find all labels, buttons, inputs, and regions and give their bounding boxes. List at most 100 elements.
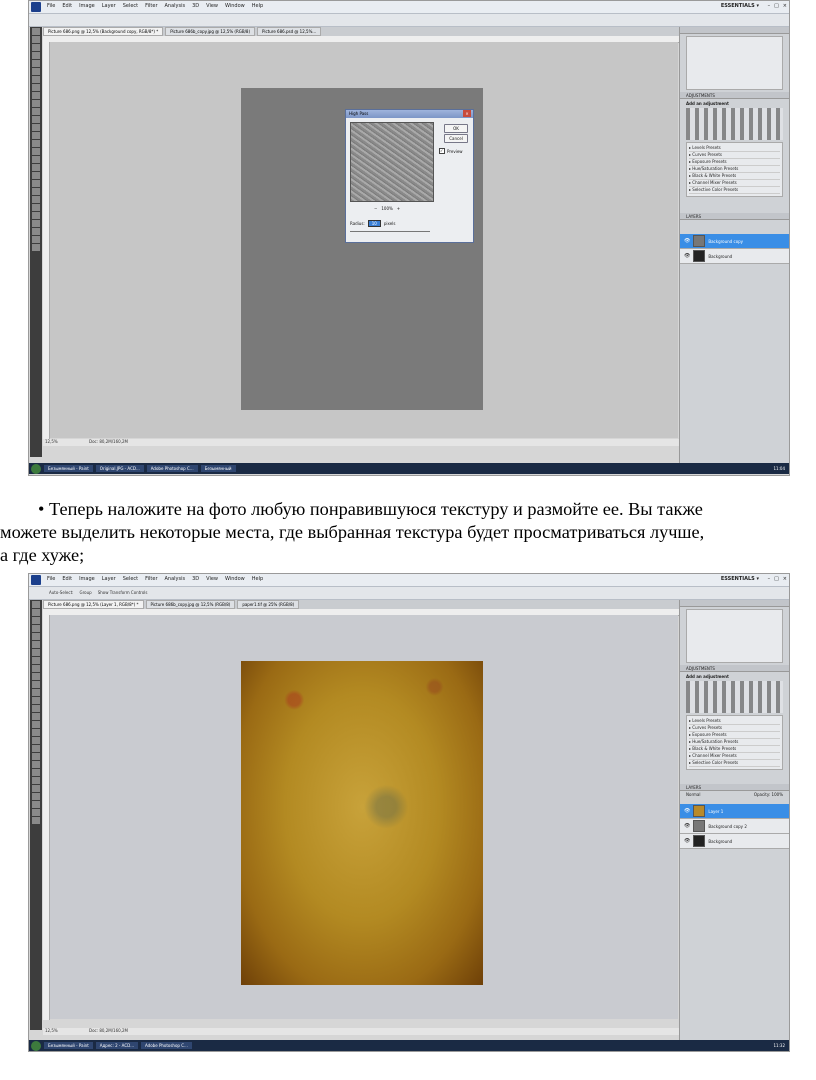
tool-icon[interactable] xyxy=(32,753,40,760)
eye-icon[interactable]: 👁 xyxy=(684,808,690,814)
tool-icon[interactable] xyxy=(32,697,40,704)
layer-row[interactable]: 👁 Background xyxy=(680,834,789,849)
preset-item[interactable]: ▸ Black & White Presets xyxy=(689,173,780,180)
tool-icon[interactable] xyxy=(32,609,40,616)
tool-icon[interactable] xyxy=(32,721,40,728)
tool-icon[interactable] xyxy=(32,92,40,99)
tool-icon[interactable] xyxy=(32,212,40,219)
tool-icon[interactable] xyxy=(32,28,40,35)
menu-item[interactable]: File xyxy=(47,3,55,9)
menu-item[interactable]: Layer xyxy=(102,3,116,9)
document-tab[interactable]: Picture 686.png @ 12,5% (Background copy… xyxy=(43,27,164,36)
layer-row[interactable]: 👁 Background copy 2 xyxy=(680,819,789,834)
blend-mode-select[interactable]: Normal xyxy=(686,792,700,797)
start-button[interactable] xyxy=(31,463,41,474)
preset-item[interactable]: ▸ Channel Mixer Presets xyxy=(689,753,780,760)
tool-icon[interactable] xyxy=(32,745,40,752)
taskbar-button[interactable]: Adobe Photoshop C... xyxy=(141,1042,192,1049)
maximize-icon[interactable]: □ xyxy=(774,576,779,582)
tool-icon[interactable] xyxy=(32,657,40,664)
tool-icon[interactable] xyxy=(32,148,40,155)
tool-icon[interactable] xyxy=(32,52,40,59)
workspace-switcher[interactable]: ESSENTIALS ▾ xyxy=(721,576,759,582)
tool-icon[interactable] xyxy=(32,777,40,784)
preset-item[interactable]: ▸ Levels Presets xyxy=(689,145,780,152)
preset-item[interactable]: ▸ Exposure Presets xyxy=(689,732,780,739)
menu-item[interactable]: Window xyxy=(225,576,245,582)
tool-icon[interactable] xyxy=(32,713,40,720)
preset-item[interactable]: ▸ Levels Presets xyxy=(689,718,780,725)
opacity-field[interactable]: Opacity: 100% xyxy=(754,792,783,797)
option-item[interactable]: Group xyxy=(80,590,92,595)
tool-icon[interactable] xyxy=(32,36,40,43)
tool-icon[interactable] xyxy=(32,172,40,179)
menu-item[interactable]: Edit xyxy=(62,576,72,582)
tool-icon[interactable] xyxy=(32,737,40,744)
tool-icon[interactable] xyxy=(32,673,40,680)
preset-item[interactable]: ▸ Black & White Presets xyxy=(689,746,780,753)
document-tab[interactable]: Picture 686b_copy.jpg @ 12,5% (RGB/8) xyxy=(165,27,256,36)
layer-row[interactable]: 👁 Background copy xyxy=(680,234,789,249)
eye-icon[interactable]: 👁 xyxy=(684,253,690,259)
layers-tab[interactable]: LAYERS xyxy=(680,784,789,791)
menu-item[interactable]: Help xyxy=(252,576,263,582)
cancel-button[interactable]: Cancel xyxy=(444,134,468,143)
menu-item[interactable]: 3D xyxy=(192,576,199,582)
menu-item[interactable]: Analysis xyxy=(165,576,186,582)
taskbar-button[interactable]: Адрес: 2 - ACD... xyxy=(95,1042,139,1049)
tool-icon[interactable] xyxy=(32,108,40,115)
tool-icon[interactable] xyxy=(32,236,40,243)
document-tab[interactable]: Picture 686.png @ 12,5% (Layer 1, RGB/8*… xyxy=(43,600,144,609)
preview-checkbox[interactable]: ✓ Preview xyxy=(439,148,463,154)
tool-icon[interactable] xyxy=(32,817,40,824)
eye-icon[interactable]: 👁 xyxy=(684,238,690,244)
tool-icon[interactable] xyxy=(32,116,40,123)
menu-item[interactable]: File xyxy=(47,576,55,582)
ok-button[interactable]: OK xyxy=(444,124,468,133)
option-item[interactable]: Auto-Select: xyxy=(49,590,74,595)
taskbar-button[interactable]: Безымянный - Paint xyxy=(44,1042,93,1049)
tool-icon[interactable] xyxy=(32,641,40,648)
tool-icon[interactable] xyxy=(32,68,40,75)
option-item[interactable]: Show Transform Controls xyxy=(98,590,148,595)
menu-item[interactable]: Edit xyxy=(62,3,72,9)
preset-item[interactable]: ▸ Hue/Saturation Presets xyxy=(689,166,780,173)
taskbar-button[interactable]: Безымянный xyxy=(200,465,236,472)
preset-item[interactable]: ▸ Selective Color Presets xyxy=(689,760,780,767)
menu-item[interactable]: Help xyxy=(252,3,263,9)
tool-icon[interactable] xyxy=(32,665,40,672)
tool-icon[interactable] xyxy=(32,204,40,211)
tool-icon[interactable] xyxy=(32,164,40,171)
preset-item[interactable]: ▸ Channel Mixer Presets xyxy=(689,180,780,187)
document-tab[interactable]: Picture 686.psd @ 12,5%... xyxy=(257,27,322,36)
tool-icon[interactable] xyxy=(32,244,40,251)
layer-row[interactable]: 👁 Background xyxy=(680,249,789,264)
menu-item[interactable]: Image xyxy=(79,3,95,9)
preset-item[interactable]: ▸ Curves Presets xyxy=(689,152,780,159)
taskbar-button[interactable]: Adobe Photoshop C... xyxy=(146,465,198,472)
tool-icon[interactable] xyxy=(32,649,40,656)
tool-icon[interactable] xyxy=(32,769,40,776)
workspace-switcher[interactable]: ESSENTIALS ▾ xyxy=(721,3,759,9)
menu-item[interactable]: Select xyxy=(123,3,138,9)
menu-item[interactable]: View xyxy=(206,576,218,582)
adjustments-tab[interactable]: ADJUSTMENTS xyxy=(680,665,789,672)
start-button[interactable] xyxy=(31,1040,41,1051)
menu-item[interactable]: Filter xyxy=(145,3,157,9)
preset-item[interactable]: ▸ Selective Color Presets xyxy=(689,187,780,194)
tool-icon[interactable] xyxy=(32,196,40,203)
tool-icon[interactable] xyxy=(32,220,40,227)
dialog-close-icon[interactable]: × xyxy=(463,110,471,117)
tool-icon[interactable] xyxy=(32,100,40,107)
menu-item[interactable]: Select xyxy=(123,576,138,582)
preset-item[interactable]: ▸ Curves Presets xyxy=(689,725,780,732)
menu-item[interactable]: Filter xyxy=(145,576,157,582)
eye-icon[interactable]: 👁 xyxy=(684,823,690,829)
adjustments-tab[interactable]: ADJUSTMENTS xyxy=(680,92,789,99)
radius-slider[interactable] xyxy=(350,231,430,232)
tool-icon[interactable] xyxy=(32,689,40,696)
tool-icon[interactable] xyxy=(32,729,40,736)
tool-icon[interactable] xyxy=(32,793,40,800)
tool-icon[interactable] xyxy=(32,761,40,768)
tool-icon[interactable] xyxy=(32,801,40,808)
